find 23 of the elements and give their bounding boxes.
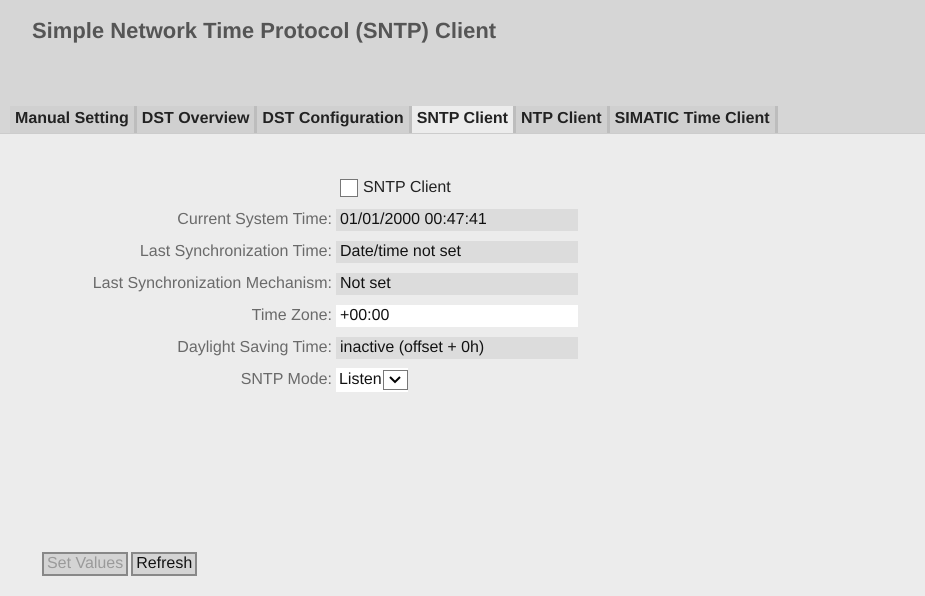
button[interactable]: Refresh — [131, 552, 198, 576]
tab[interactable]: DST Configuration — [257, 106, 412, 133]
field-label: Daylight Saving Time: — [177, 339, 332, 356]
tab[interactable]: SIMATIC Time Client — [610, 106, 778, 133]
tab[interactable]: DST Overview — [136, 106, 258, 133]
tab[interactable]: NTP Client — [516, 106, 610, 133]
tab[interactable]: SNTP Client — [412, 106, 516, 133]
checkbox-label: SNTP Client — [363, 179, 451, 197]
field-label: SNTP Mode: — [240, 371, 332, 388]
field-label: Last Synchronization Time: — [140, 243, 332, 260]
checkbox[interactable] — [340, 179, 358, 197]
readonly-field: 01/01/2000 00:47:41 — [336, 209, 578, 231]
tab[interactable]: Manual Setting — [10, 106, 137, 133]
input-field[interactable]: +00:00 — [336, 305, 578, 327]
field-label: Current System Time: — [177, 211, 332, 228]
field-label: Last Synchronization Mechanism: — [92, 275, 332, 292]
readonly-field: inactive (offset + 0h) — [336, 337, 578, 359]
mode-dropdown[interactable]: Listen — [336, 368, 408, 392]
readonly-field: Date/time not set — [336, 241, 578, 263]
field-label: Time Zone: — [252, 307, 332, 324]
page-title: Simple Network Time Protocol (SNTP) Client — [32, 18, 496, 44]
readonly-field: Not set — [336, 273, 578, 295]
caret-icon — [382, 370, 408, 390]
